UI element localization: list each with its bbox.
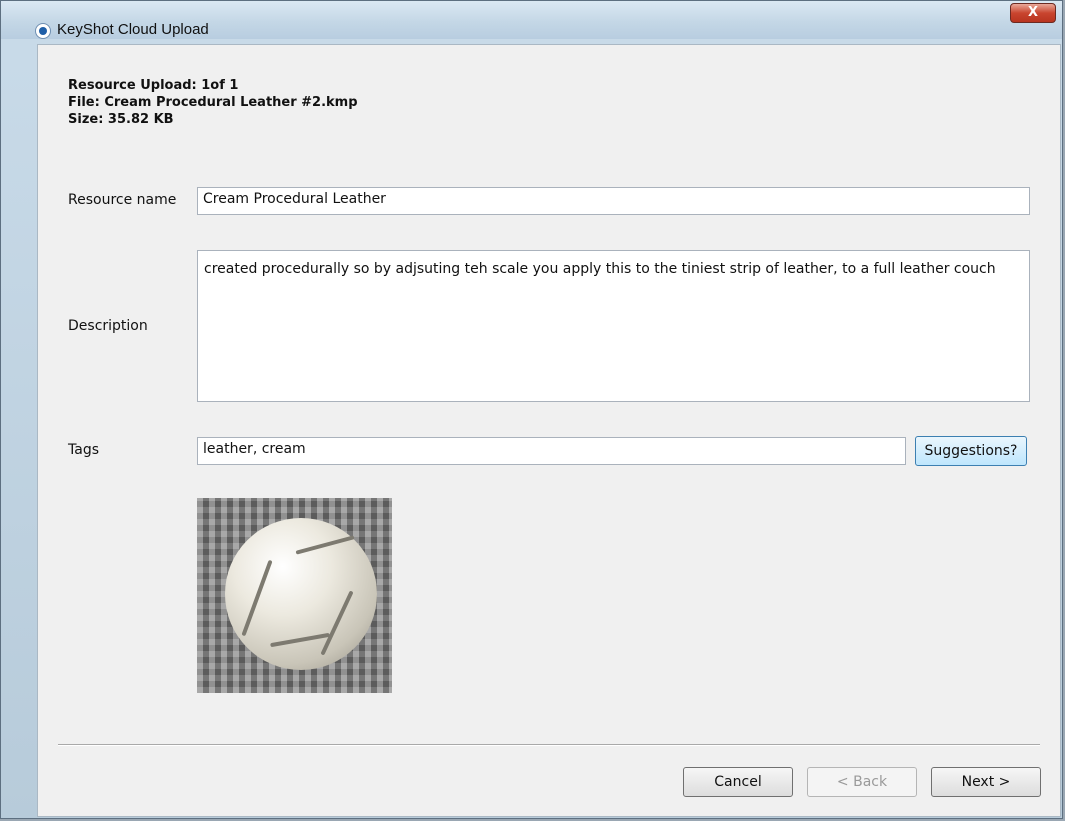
resource-name-label: Resource name bbox=[68, 192, 177, 208]
material-preview-thumbnail bbox=[197, 498, 392, 693]
dialog-body: Resource Upload: 1of 1 File: Cream Proce… bbox=[37, 44, 1061, 817]
tags-input[interactable]: leather, cream bbox=[197, 437, 906, 465]
file-name-text: File: Cream Procedural Leather #2.kmp bbox=[68, 95, 358, 110]
tags-label: Tags bbox=[68, 442, 99, 458]
keyshot-app-icon bbox=[35, 23, 51, 39]
resource-name-input[interactable]: Cream Procedural Leather bbox=[197, 187, 1030, 215]
upload-dialog: KeyShot Cloud Upload X Resource Upload: … bbox=[0, 0, 1063, 819]
leather-seam bbox=[320, 590, 354, 656]
description-textarea[interactable]: created procedurally so by adjsuting teh… bbox=[197, 250, 1030, 402]
footer-divider bbox=[58, 744, 1040, 746]
suggestions-button[interactable]: Suggestions? bbox=[915, 436, 1027, 466]
file-size-text: Size: 35.82 KB bbox=[68, 112, 174, 127]
leather-seam bbox=[270, 632, 330, 648]
cancel-button[interactable]: Cancel bbox=[683, 767, 793, 797]
upload-info: Resource Upload: 1of 1 File: Cream Proce… bbox=[68, 77, 358, 128]
next-button[interactable]: Next > bbox=[931, 767, 1041, 797]
leather-seam bbox=[295, 535, 355, 555]
leather-sphere-image bbox=[225, 518, 377, 670]
close-button[interactable]: X bbox=[1010, 3, 1056, 23]
window-title: KeyShot Cloud Upload bbox=[57, 21, 209, 38]
leather-seam bbox=[241, 559, 273, 637]
back-button[interactable]: < Back bbox=[807, 767, 917, 797]
upload-count-text: Resource Upload: 1of 1 bbox=[68, 78, 239, 93]
description-label: Description bbox=[68, 318, 148, 334]
title-bar[interactable]: KeyShot Cloud Upload X bbox=[1, 1, 1062, 39]
